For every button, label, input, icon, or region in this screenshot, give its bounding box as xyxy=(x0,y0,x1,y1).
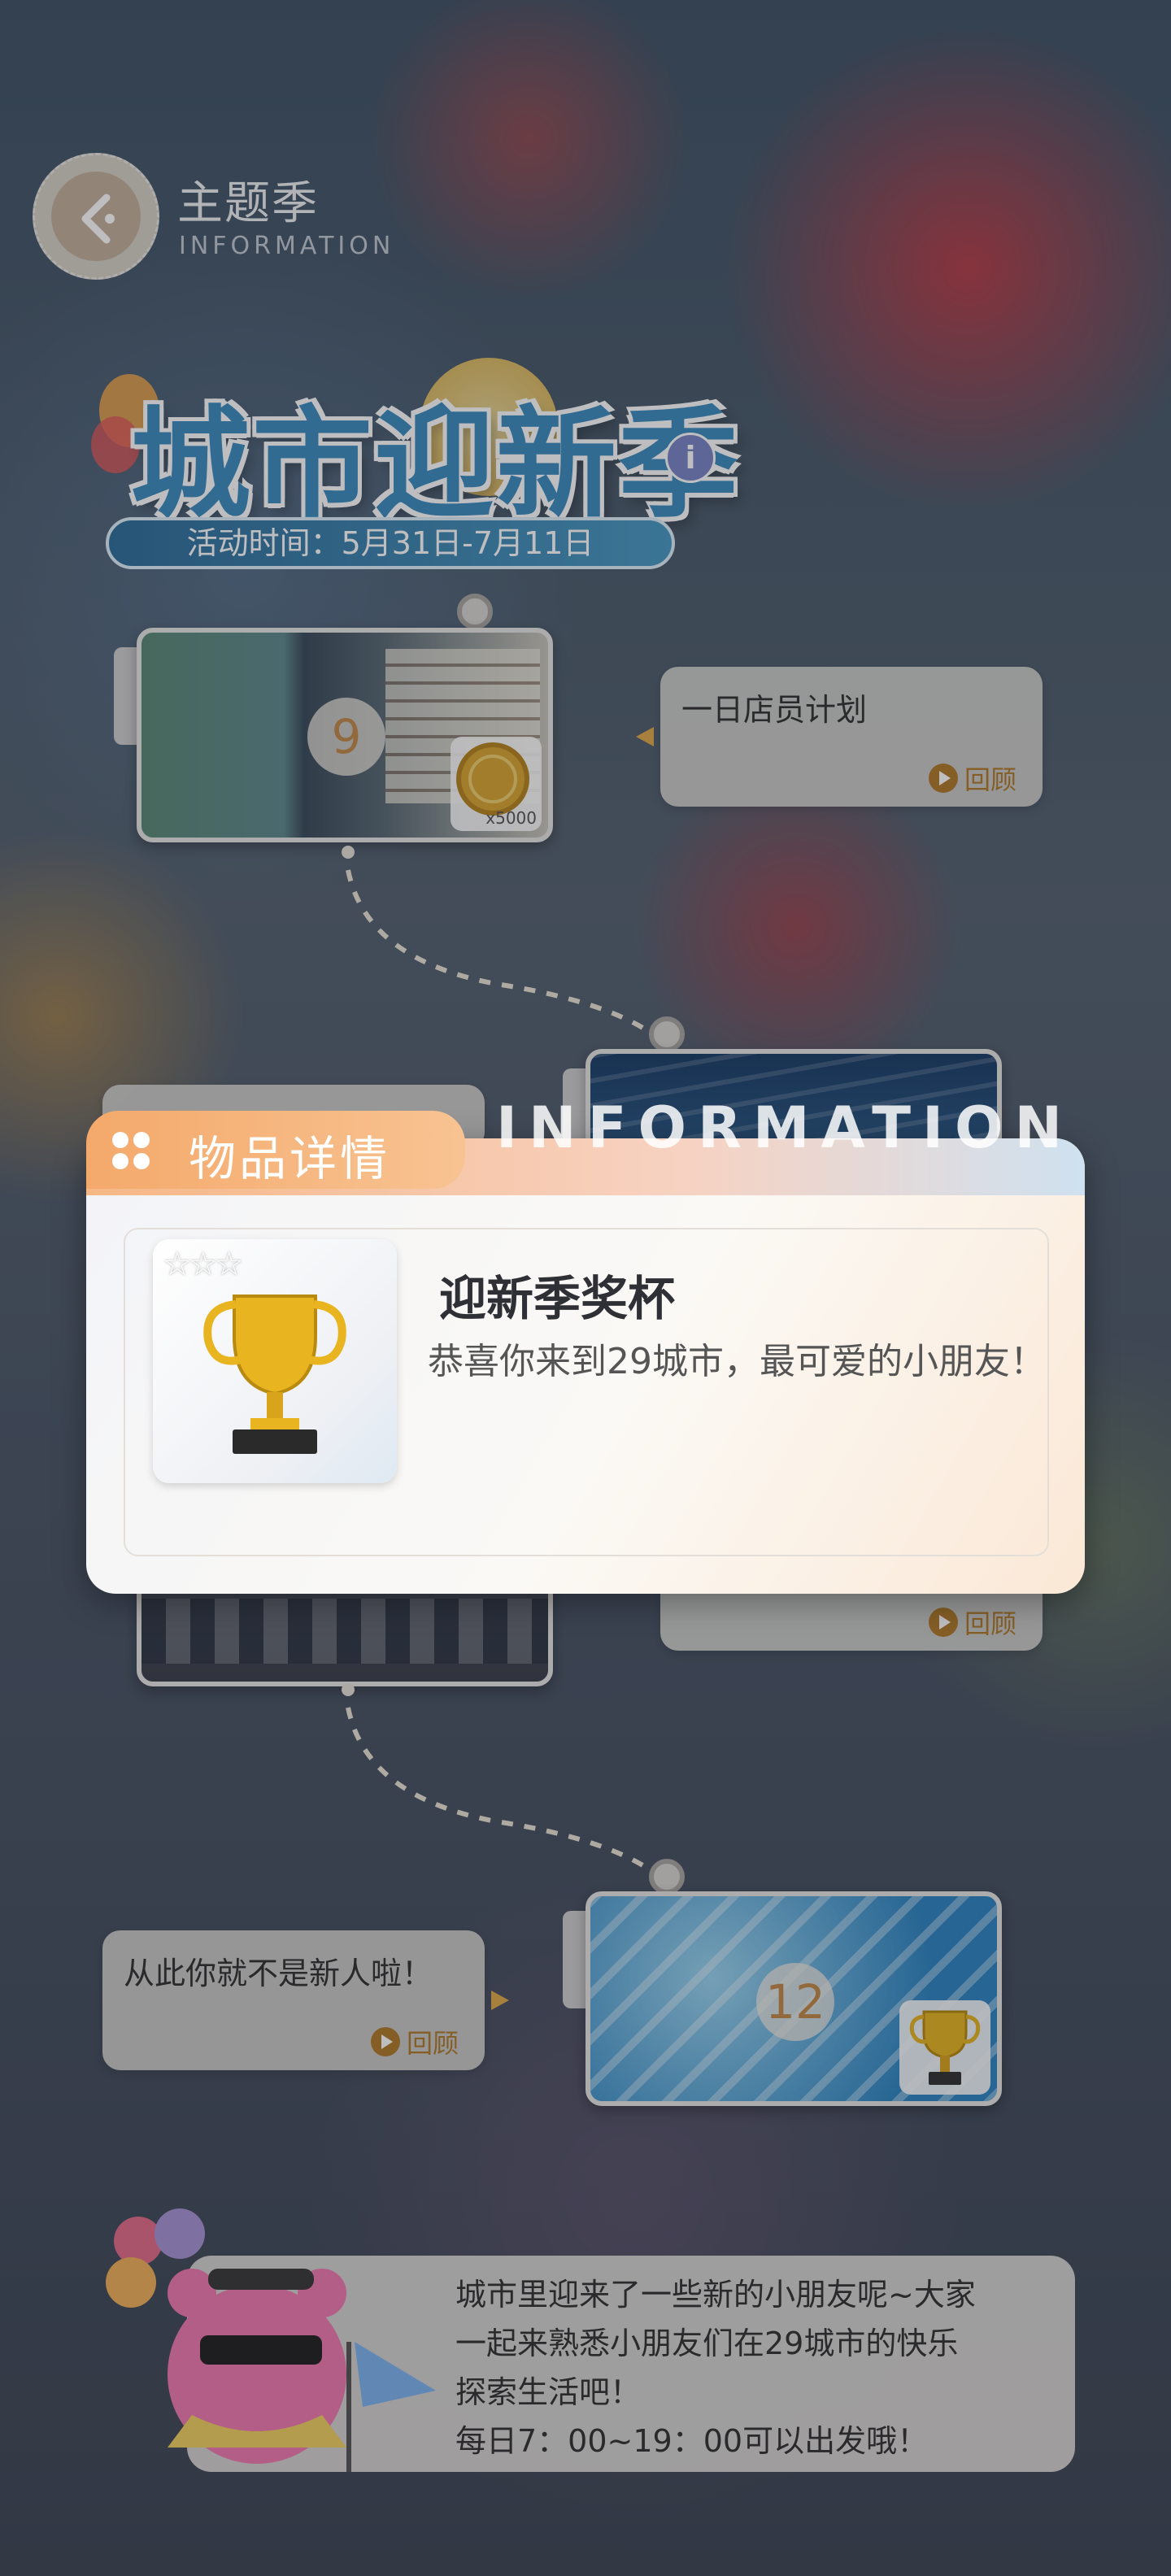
item-image-box: ☆☆☆ xyxy=(153,1239,397,1483)
item-detail-modal: ☆☆☆ 迎新季奖杯 恭喜你来到29城市，最可爱的小朋友！ xyxy=(86,1138,1085,1594)
trophy-icon xyxy=(203,1295,346,1454)
grid-icon xyxy=(112,1132,150,1169)
modal-title: 物品详情 xyxy=(189,1131,391,1186)
item-description: 恭喜你来到29城市，最可爱的小朋友！ xyxy=(428,1341,1046,1382)
item-name: 迎新季奖杯 xyxy=(439,1271,676,1326)
modal-watermark: INFORMATION xyxy=(496,1094,1074,1161)
